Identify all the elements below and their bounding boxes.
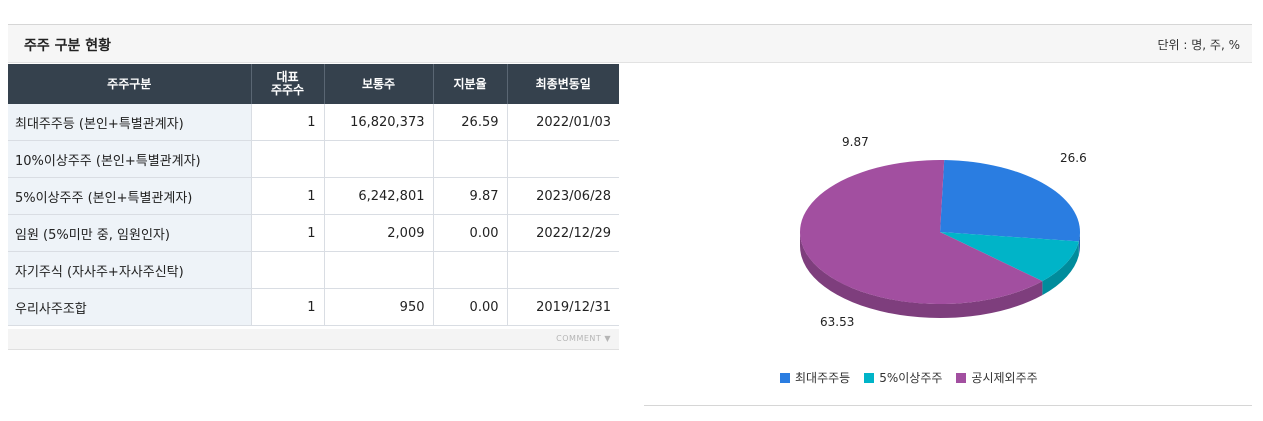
table-row: 자기주식 (자사주+자사주신탁) [8, 251, 619, 289]
pie-chart: 26.6 9.87 63.53 [800, 135, 1087, 329]
cell-ratio: 0.00 [433, 288, 508, 326]
legend-swatch [780, 372, 790, 383]
legend-swatch [956, 372, 967, 383]
comment-label: COMMENT [556, 334, 602, 343]
comment-toggle[interactable]: COMMENT ▼ [556, 334, 611, 343]
col-header-category: 주주구분 [8, 64, 252, 104]
chevron-down-icon: ▼ [604, 334, 611, 343]
table-body: 최대주주등 (본인+특별관계자) 1 16,820,373 26.59 2022/01/… [8, 104, 619, 326]
col-header-ratio: 지분율 [433, 64, 508, 104]
cell-ratio [433, 251, 508, 289]
cell-date: 2019/12/31 [507, 288, 619, 326]
unit-label: 단위 : 명, 주, % [1157, 38, 1241, 52]
cell-category: 자기주식 (자사주+자사주신탁) [8, 251, 252, 289]
table-row: 우리사주조합 1 950 0.00 2019/12/31 [8, 288, 619, 326]
cell-count [251, 140, 325, 178]
legend-label: 5%이상주주 [879, 371, 943, 385]
cell-category: 임원 (5%미만 중, 임원인자) [8, 214, 252, 252]
legend-item: 공시제외주주 [956, 369, 1038, 386]
cell-category: 최대주주등 (본인+특별관계자) [8, 104, 252, 141]
section-header: 주주 구분 현황 단위 : 명, 주, % [8, 25, 1252, 63]
cell-shares: 6,242,801 [324, 177, 434, 215]
cell-shares [324, 140, 434, 178]
pie-slice [940, 160, 1080, 242]
chart-legend: 최대주주등 5%이상주주 공시제외주주 [780, 369, 1052, 386]
cell-date [507, 140, 619, 178]
cell-shares: 16,820,373 [324, 104, 434, 141]
cell-date: 2022/01/03 [507, 104, 619, 141]
col-header-count-line: 대표 [276, 70, 299, 84]
cell-count: 1 [251, 214, 325, 252]
cell-ratio: 26.59 [433, 104, 508, 141]
table-row: 10%이상주주 (본인+특별관계자) [8, 140, 619, 178]
table-header-row: 주주구분 대표 주주수 보통주 지분율 최종변동일 [8, 64, 619, 104]
table-row: 최대주주등 (본인+특별관계자) 1 16,820,373 26.59 2022/01/… [8, 104, 619, 141]
shareholder-table: 주주구분 대표 주주수 보통주 지분율 최종변동일 최대주주등 (본인+특별관계자… [8, 64, 619, 326]
cell-count: 1 [251, 288, 325, 326]
cell-ratio: 9.87 [433, 177, 508, 215]
col-header-count: 대표 주주수 [251, 64, 325, 104]
table-row: 5%이상주주 (본인+특별관계자) 1 6,242,801 9.87 2023/06/2… [8, 177, 619, 215]
section-title: 주주 구분 현황 [24, 38, 112, 54]
legend-label: 공시제외주주 [971, 371, 1038, 385]
col-header-count-label: 대표 주주수 [271, 70, 304, 97]
cell-shares: 2,009 [324, 214, 434, 252]
legend-label: 최대주주등 [795, 371, 851, 385]
cell-count [251, 251, 325, 289]
cell-shares [324, 251, 434, 289]
cell-count: 1 [251, 104, 325, 141]
pie-data-label: 26.6 [1060, 151, 1087, 165]
legend-item: 최대주주등 [780, 369, 850, 386]
table-row: 임원 (5%미만 중, 임원인자) 1 2,009 0.00 2022/12/29 [8, 214, 619, 252]
cell-date: 2022/12/29 [507, 214, 619, 252]
cell-category: 5%이상주주 (본인+특별관계자) [8, 177, 252, 215]
col-header-shares: 보통주 [324, 64, 434, 104]
cell-category: 우리사주조합 [8, 288, 252, 326]
legend-item: 5%이상주주 [864, 369, 942, 386]
cell-date: 2023/06/28 [507, 177, 619, 215]
chart-bottom-divider [644, 405, 1252, 406]
col-header-date: 최종변동일 [507, 64, 619, 104]
legend-swatch [864, 372, 875, 383]
cell-ratio [433, 140, 508, 178]
cell-category: 10%이상주주 (본인+특별관계자) [8, 140, 252, 178]
pie-data-label: 63.53 [820, 315, 854, 329]
cell-date [507, 251, 619, 289]
comment-bar: COMMENT ▼ [8, 329, 619, 350]
cell-shares: 950 [324, 288, 434, 326]
cell-ratio: 0.00 [433, 214, 508, 252]
col-header-count-line: 주주수 [270, 83, 305, 97]
pie-data-label: 9.87 [842, 135, 869, 149]
cell-count: 1 [251, 177, 325, 215]
